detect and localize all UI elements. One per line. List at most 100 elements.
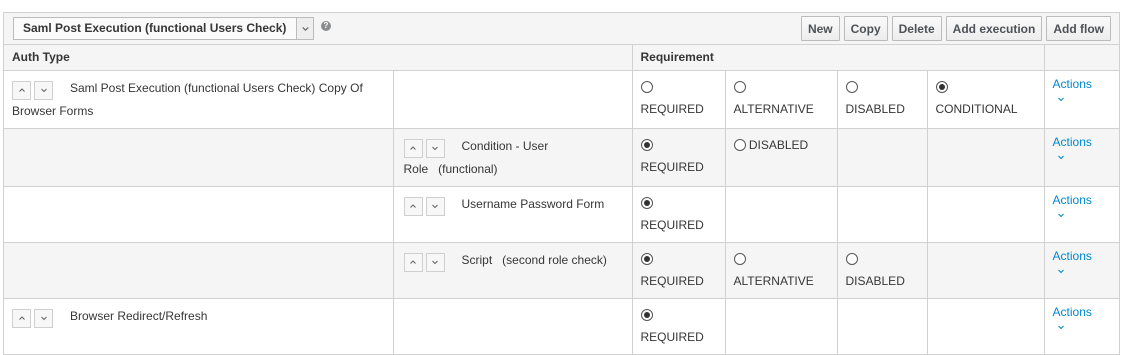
requirement-option[interactable]: REQUIRED <box>632 70 726 129</box>
execution-name: Condition - User <box>461 138 549 153</box>
chevron-down-icon <box>430 143 440 153</box>
executions-table: Auth Type Requirement Saml Post Executio… <box>4 45 1120 354</box>
requirement-radio[interactable] <box>733 81 746 94</box>
table-row: Browser Redirect/Refresh REQUIRED Action… <box>4 298 1119 354</box>
requirement-label: CONDITIONAL <box>935 101 1018 116</box>
chevron-up-icon <box>408 257 418 267</box>
requirement-radio-selected[interactable] <box>640 139 653 152</box>
move-down-button[interactable] <box>425 252 445 272</box>
actions-cell: Actions <box>1044 128 1120 187</box>
empty-cell <box>927 298 1045 354</box>
flow-select-value[interactable]: Saml Post Execution (functional Users Ch… <box>14 18 296 39</box>
copy-button[interactable]: Copy <box>843 16 888 41</box>
table-row: Username Password Form REQUIRED Actions <box>4 186 1120 243</box>
empty-cell <box>725 298 838 354</box>
requirement-option[interactable]: ALTERNATIVE <box>725 242 838 299</box>
delete-button[interactable]: Delete <box>891 16 942 41</box>
flow-select[interactable]: Saml Post Execution (functional Users Ch… <box>13 17 314 40</box>
requirement-radio[interactable] <box>733 139 746 152</box>
empty-cell <box>837 128 928 187</box>
actions-header <box>1044 45 1120 71</box>
requirement-option[interactable]: DISABLED <box>725 128 838 187</box>
requirement-label: DISABLED <box>748 137 809 152</box>
authentication-flow-panel: Saml Post Execution (functional Users Ch… <box>3 12 1120 355</box>
requirement-label: REQUIRED <box>640 217 704 232</box>
actions-cell: Actions <box>1044 70 1120 129</box>
requirement-option[interactable]: REQUIRED <box>632 128 726 187</box>
actions-dropdown[interactable]: Actions <box>1053 301 1112 323</box>
requirement-label: ALTERNATIVE <box>733 101 814 116</box>
requirement-radio-selected[interactable] <box>640 253 653 266</box>
new-button[interactable]: New <box>800 16 840 41</box>
requirement-label: REQUIRED <box>640 159 704 174</box>
empty-cell <box>927 242 1045 299</box>
move-up-button[interactable] <box>403 138 423 158</box>
help-icon[interactable]: ? <box>321 20 331 31</box>
actions-cell: Actions <box>1044 298 1119 354</box>
flow-toolbar: Saml Post Execution (functional Users Ch… <box>4 13 1119 45</box>
table-header-row: Auth Type Requirement <box>4 45 1120 71</box>
requirement-option[interactable]: REQUIRED <box>632 186 726 243</box>
nested-auth-cell <box>393 298 633 354</box>
chevron-down-icon[interactable] <box>1056 152 1066 162</box>
move-down-button[interactable] <box>34 308 53 328</box>
chevron-up-icon <box>408 201 418 211</box>
requirement-option[interactable]: DISABLED <box>837 70 928 129</box>
requirement-radio[interactable] <box>640 81 653 94</box>
chevron-down-icon[interactable] <box>1056 266 1066 276</box>
requirement-radio[interactable] <box>845 81 858 94</box>
empty-cell <box>725 186 838 243</box>
move-up-button[interactable] <box>403 252 423 272</box>
requirement-radio[interactable] <box>733 253 746 266</box>
move-down-button[interactable] <box>425 196 445 216</box>
auth-type-cell <box>4 242 394 299</box>
move-controls <box>403 196 448 216</box>
requirement-radio[interactable] <box>845 253 858 266</box>
auth-type-cell: Browser Redirect/Refresh <box>4 298 394 354</box>
move-up-button[interactable] <box>12 80 31 100</box>
move-controls <box>403 138 448 158</box>
nested-auth-cell: Script (second role check) <box>393 242 633 299</box>
table-row: Saml Post Execution (functional Users Ch… <box>4 70 1120 129</box>
nested-auth-cell: Username Password Form <box>393 186 633 243</box>
execution-name-continued: Role (functional) <box>403 161 498 176</box>
requirement-radio-selected[interactable] <box>640 197 653 210</box>
requirement-label: REQUIRED <box>640 329 704 344</box>
actions-dropdown[interactable]: Actions <box>1053 245 1112 267</box>
move-down-button[interactable] <box>425 138 445 158</box>
actions-dropdown[interactable]: Actions <box>1053 73 1112 95</box>
requirement-option[interactable]: ALTERNATIVE <box>725 70 838 129</box>
chevron-down-icon[interactable] <box>1056 322 1066 332</box>
requirement-label: REQUIRED <box>640 273 704 288</box>
chevron-down-icon[interactable] <box>1056 210 1066 220</box>
actions-cell: Actions <box>1044 186 1120 243</box>
add-flow-button[interactable]: Add flow <box>1046 16 1111 41</box>
chevron-down-icon <box>430 201 440 211</box>
auth-type-cell <box>4 186 394 243</box>
requirement-radio-selected[interactable] <box>935 81 948 94</box>
execution-name: Saml Post Execution (functional Users Ch… <box>12 80 363 118</box>
requirement-radio-selected[interactable] <box>640 309 653 322</box>
actions-dropdown[interactable]: Actions <box>1053 189 1112 211</box>
move-up-button[interactable] <box>12 308 31 328</box>
requirement-option[interactable]: CONDITIONAL <box>927 70 1045 129</box>
chevron-down-icon[interactable] <box>1056 94 1066 104</box>
chevron-down-icon <box>39 85 49 95</box>
requirement-option[interactable]: REQUIRED <box>632 298 726 354</box>
chevron-down-icon[interactable] <box>296 18 313 39</box>
chevron-down-icon <box>430 257 440 267</box>
execution-name: Username Password Form <box>461 196 605 211</box>
move-controls <box>403 252 448 272</box>
chevron-up-icon <box>17 313 27 323</box>
add-execution-button[interactable]: Add execution <box>945 16 1043 41</box>
empty-cell <box>927 186 1045 243</box>
auth-type-cell: Saml Post Execution (functional Users Ch… <box>4 70 394 129</box>
requirement-option[interactable]: DISABLED <box>837 242 928 299</box>
empty-cell <box>927 128 1045 187</box>
requirement-option[interactable]: REQUIRED <box>632 242 726 299</box>
move-up-button[interactable] <box>403 196 423 216</box>
move-down-button[interactable] <box>34 80 53 100</box>
empty-cell <box>837 298 928 354</box>
execution-name: Browser Redirect/Refresh <box>70 308 208 323</box>
actions-dropdown[interactable]: Actions <box>1053 131 1112 153</box>
